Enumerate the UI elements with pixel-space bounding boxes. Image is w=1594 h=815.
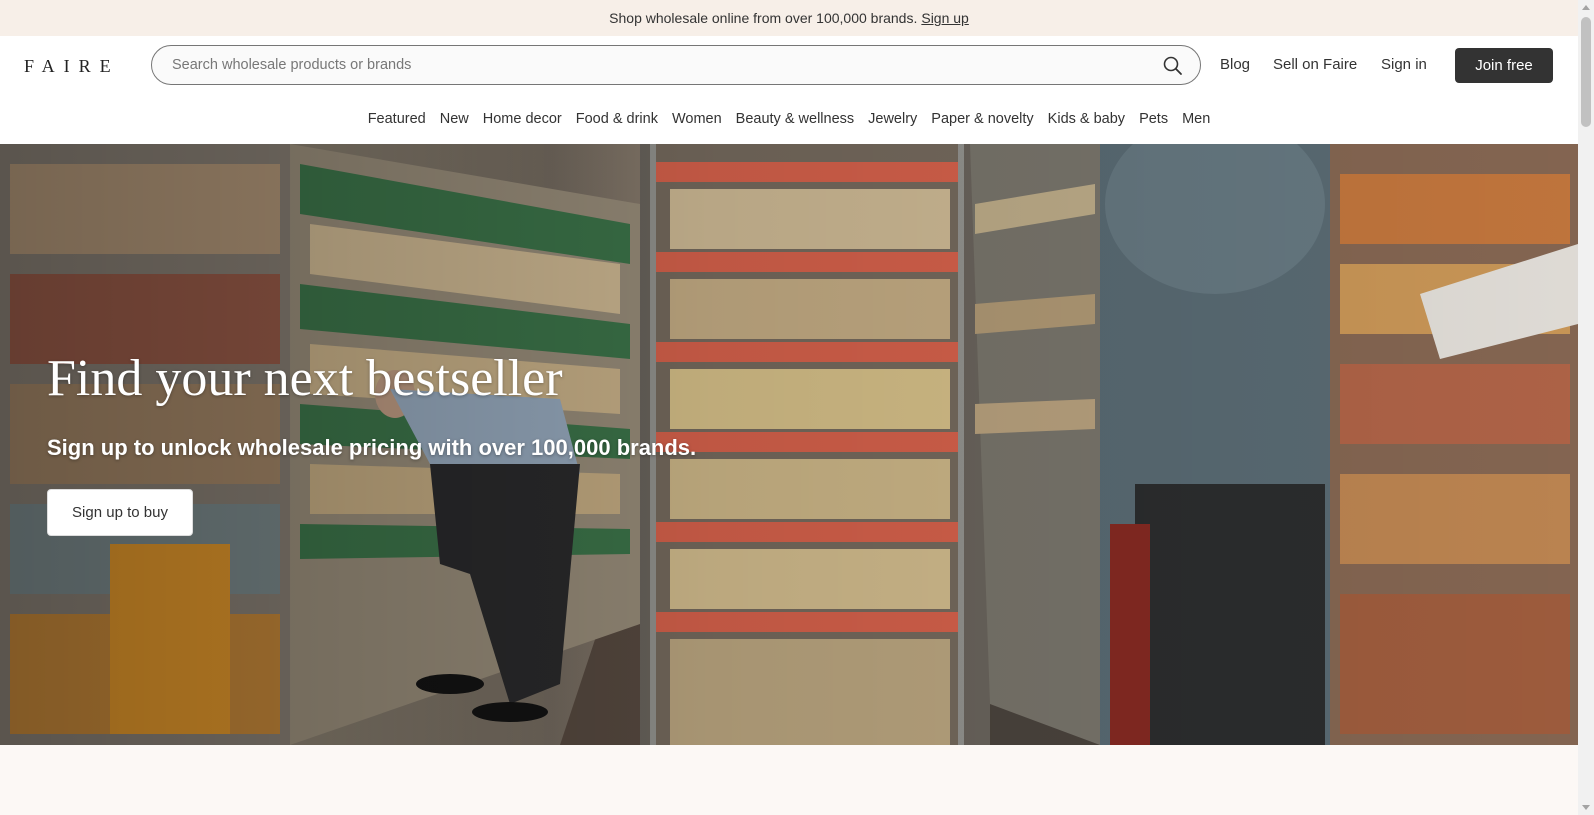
category-beauty-wellness[interactable]: Beauty & wellness (736, 111, 854, 127)
category-nav: Featured New Home decor Food & drink Wom… (0, 94, 1578, 144)
category-home-decor[interactable]: Home decor (483, 111, 562, 127)
category-men[interactable]: Men (1182, 111, 1210, 127)
search-icon[interactable] (1162, 55, 1184, 77)
sign-up-to-buy-button[interactable]: Sign up to buy (47, 489, 193, 536)
scroll-down-arrow-icon[interactable] (1582, 805, 1590, 810)
category-women[interactable]: Women (672, 111, 722, 127)
announcement-signup-link[interactable]: Sign up (921, 10, 968, 26)
scroll-thumb[interactable] (1581, 17, 1591, 127)
search-bar[interactable] (151, 45, 1201, 85)
hero-banner: Find your next bestseller Sign up to unl… (0, 144, 1578, 745)
hero-subtitle: Sign up to unlock wholesale pricing with… (47, 435, 697, 460)
announcement-text: Shop wholesale online from over 100,000 … (609, 10, 918, 26)
page: Shop wholesale online from over 100,000 … (0, 0, 1578, 815)
sign-in-link[interactable]: Sign in (1381, 56, 1427, 73)
search-input[interactable] (172, 57, 1132, 73)
header: FAIRE Blog Sell on Faire Sign in Join fr… (0, 36, 1578, 94)
category-paper-novelty[interactable]: Paper & novelty (931, 111, 1033, 127)
join-free-button[interactable]: Join free (1455, 48, 1553, 83)
hero-title: Find your next bestseller (47, 350, 563, 407)
faire-logo[interactable]: FAIRE (24, 56, 120, 77)
category-featured[interactable]: Featured (368, 111, 426, 127)
category-kids-baby[interactable]: Kids & baby (1048, 111, 1125, 127)
category-new[interactable]: New (440, 111, 469, 127)
scroll-up-arrow-icon[interactable] (1582, 5, 1590, 10)
sell-on-faire-link[interactable]: Sell on Faire (1273, 56, 1357, 73)
category-pets[interactable]: Pets (1139, 111, 1168, 127)
blog-link[interactable]: Blog (1220, 56, 1250, 73)
announcement-bar: Shop wholesale online from over 100,000 … (0, 0, 1578, 36)
category-jewelry[interactable]: Jewelry (868, 111, 917, 127)
page-scrollbar[interactable] (1578, 0, 1594, 815)
category-food-drink[interactable]: Food & drink (576, 111, 658, 127)
